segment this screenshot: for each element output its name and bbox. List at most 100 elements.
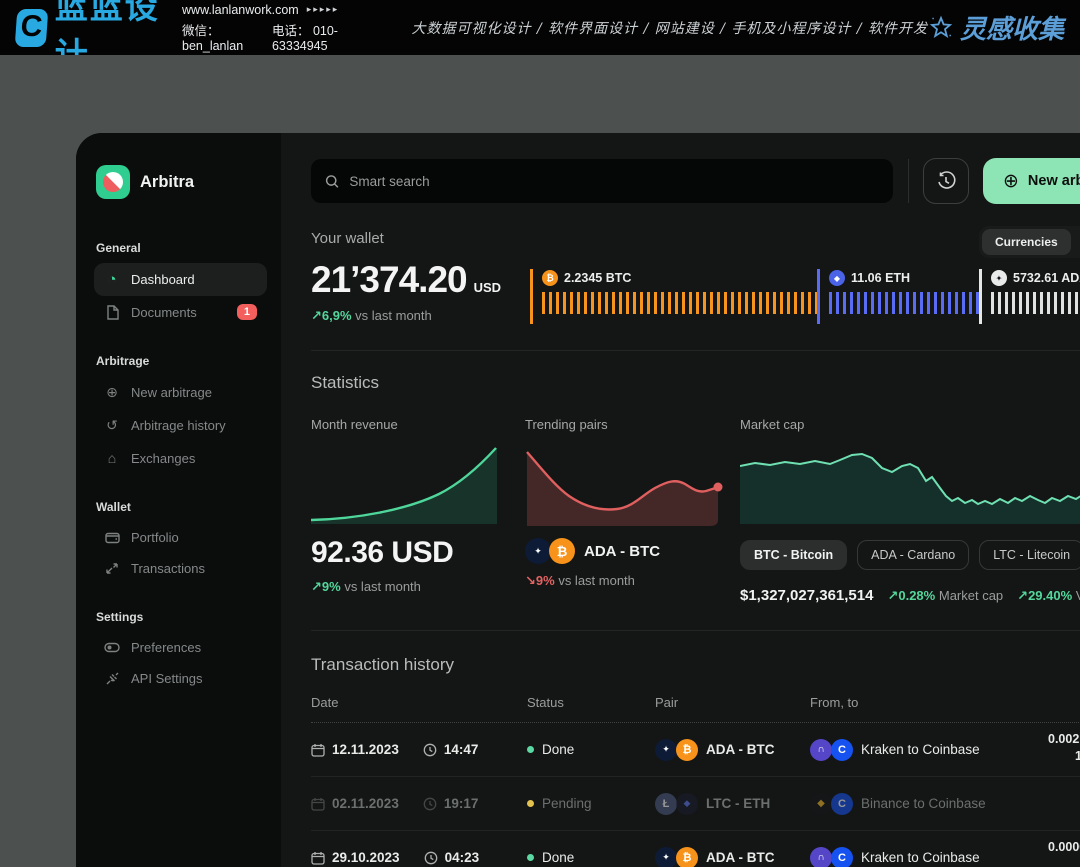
market-cap-value: $1,327,027,361,514 [740, 587, 873, 604]
amount-value: 1 [1075, 749, 1080, 763]
search-box[interactable] [311, 159, 893, 203]
topbar-divider [908, 159, 909, 203]
month-revenue-card: Month revenue 92.36 USD ↗9% vs last mont… [311, 417, 497, 604]
ada-icon: ✦ [655, 847, 677, 867]
holding-ada[interactable]: ✦ 5732.61 ADA [979, 269, 1080, 324]
col-status: Status [527, 695, 655, 710]
balance-delta: ↗6,9% [311, 308, 352, 323]
btc-icon: ₿ [676, 847, 698, 867]
transaction-history-title: Transaction history [311, 655, 1080, 675]
status-label: Done [542, 850, 574, 865]
new-arbitrage-button[interactable]: ⊕ New arbitrage [983, 158, 1080, 204]
eth-icon: ◆ [676, 793, 698, 815]
ada-icon: ✦ [525, 538, 551, 564]
status-dot-done [527, 746, 534, 753]
pill-ada-cardano[interactable]: ADA - Cardano [857, 540, 969, 570]
market-cap-chart [740, 446, 1080, 524]
home-icon: ⌂ [104, 450, 120, 466]
table-row[interactable]: 12.11.2023 14:47 Done ✦ ₿ ADA - BTC ∩ C … [311, 723, 1080, 777]
kraken-icon: ∩ [810, 739, 832, 761]
lanlan-logo-icon: C [15, 9, 48, 47]
month-revenue-value: 92.36 USD [311, 536, 497, 570]
month-revenue-chart [311, 446, 497, 524]
plus-icon: ⊕ [1003, 170, 1019, 193]
phone-label: 电话： 010-63334945 [272, 20, 370, 53]
toggle-icon [104, 642, 120, 653]
history-icon [935, 170, 957, 192]
coinbase-icon: C [831, 847, 853, 867]
table-row[interactable]: 29.10.2023 04:23 Done ✦ ₿ ADA - BTC ∩ C … [311, 831, 1080, 867]
toggle-currencies[interactable]: Currencies [982, 229, 1071, 255]
balance-currency: USD [474, 280, 501, 295]
section-general: General [96, 241, 267, 255]
app-name: Arbitra [140, 173, 194, 192]
status-label: Pending [542, 796, 592, 811]
inspiration-collect[interactable]: 灵感收集 [928, 9, 1064, 46]
ada-icon: ✦ [655, 739, 677, 761]
sidebar-item-exchanges[interactable]: ⌂ Exchanges [94, 442, 267, 474]
col-date: Date [311, 695, 527, 710]
plug-icon [104, 672, 120, 686]
toggle-exchanges[interactable]: Exchanges [1071, 229, 1080, 255]
coinbase-icon: C [831, 739, 853, 761]
wallet-section: Your wallet Currencies Exchanges 21’374.… [311, 204, 1080, 351]
trending-pairs-chart [525, 446, 725, 530]
btc-icon: ₿ [542, 270, 558, 286]
ltc-icon: Ł [655, 793, 677, 815]
app-logo[interactable]: Arbitra [96, 165, 267, 199]
sidebar-item-dashboard[interactable]: ◔ Dashboard [94, 263, 267, 296]
clock-icon [423, 743, 437, 757]
clock-icon [423, 797, 437, 811]
holding-eth[interactable]: ◆ 11.06 ETH [817, 269, 979, 324]
coin-pills: BTC - Bitcoin ADA - Cardano LTC - Liteco… [740, 540, 1080, 570]
sidebar-item-preferences[interactable]: Preferences [94, 632, 267, 663]
star-icon [928, 15, 954, 41]
sidebar-item-new-arbitrage[interactable]: ⊕ New arbitrage [94, 376, 267, 409]
sidebar-item-api-settings[interactable]: API Settings [94, 663, 267, 694]
section-settings: Settings [96, 610, 267, 624]
table-row[interactable]: 02.11.2023 19:17 Pending Ł ◆ LTC - ETH ◆… [311, 777, 1080, 831]
contact-block: www.lanlanwork.com ▸▸▸▸▸ 微信： ben_lanlan … [182, 3, 370, 53]
btc-icon: ₿ [676, 739, 698, 761]
wallet-title: Your wallet [311, 230, 1080, 247]
btc-icon: ₿ [549, 538, 575, 564]
amount-value: 0.0000 [1048, 840, 1080, 854]
ada-icon: ✦ [991, 270, 1007, 286]
dashboard-pie-icon: ◔ [104, 271, 120, 288]
arrows-decoration: ▸▸▸▸▸ [307, 4, 340, 15]
pill-ltc-litecoin[interactable]: LTC - Litecoin [979, 540, 1080, 570]
wallet-view-toggle: Currencies Exchanges [979, 226, 1080, 258]
market-cap-card: Market cap 1D 7D 1M BTC - Bitcoin ADA - … [740, 417, 1080, 604]
swap-arrows-icon [104, 562, 120, 575]
calendar-icon [311, 743, 325, 757]
arbitra-app-window: Arbitra General ◔ Dashboard Documents 1 … [76, 133, 1080, 867]
wechat-label: 微信： ben_lanlan [182, 20, 264, 53]
clock-icon [424, 851, 438, 865]
arbitra-logo-icon [96, 165, 130, 199]
eth-icon: ◆ [829, 270, 845, 286]
status-label: Done [542, 742, 574, 757]
sidebar-item-portfolio[interactable]: Portfolio [94, 522, 267, 553]
plus-circle-icon: ⊕ [104, 384, 120, 401]
website-url[interactable]: www.lanlanwork.com [182, 3, 299, 17]
status-dot-done [527, 854, 534, 861]
status-dot-pending [527, 800, 534, 807]
holdings-strip: ₿ 2.2345 BTC ◆ 11.06 ETH [530, 259, 1080, 324]
sidebar-item-transactions[interactable]: Transactions [94, 553, 267, 584]
calendar-icon [311, 797, 325, 811]
pill-btc-bitcoin[interactable]: BTC - Bitcoin [740, 540, 847, 570]
amount-value: 0.002 [1048, 732, 1079, 746]
sidebar: Arbitra General ◔ Dashboard Documents 1 … [76, 133, 281, 867]
history-clock-icon: ↺ [104, 417, 120, 434]
wallet-icon [104, 531, 120, 544]
sidebar-item-documents[interactable]: Documents 1 [94, 296, 267, 328]
search-input[interactable] [349, 174, 879, 189]
col-from-to: From, to [810, 695, 1080, 710]
coinbase-icon: C [831, 793, 853, 815]
binance-icon: ◆ [810, 793, 832, 815]
history-button[interactable] [923, 158, 969, 204]
market-cap-stats: $1,327,027,361,514 ↗0.28% Market cap ↗29… [740, 587, 1080, 604]
kraken-icon: ∩ [810, 847, 832, 867]
sidebar-item-arbitrage-history[interactable]: ↺ Arbitrage history [94, 409, 267, 442]
holding-btc[interactable]: ₿ 2.2345 BTC [530, 269, 817, 324]
